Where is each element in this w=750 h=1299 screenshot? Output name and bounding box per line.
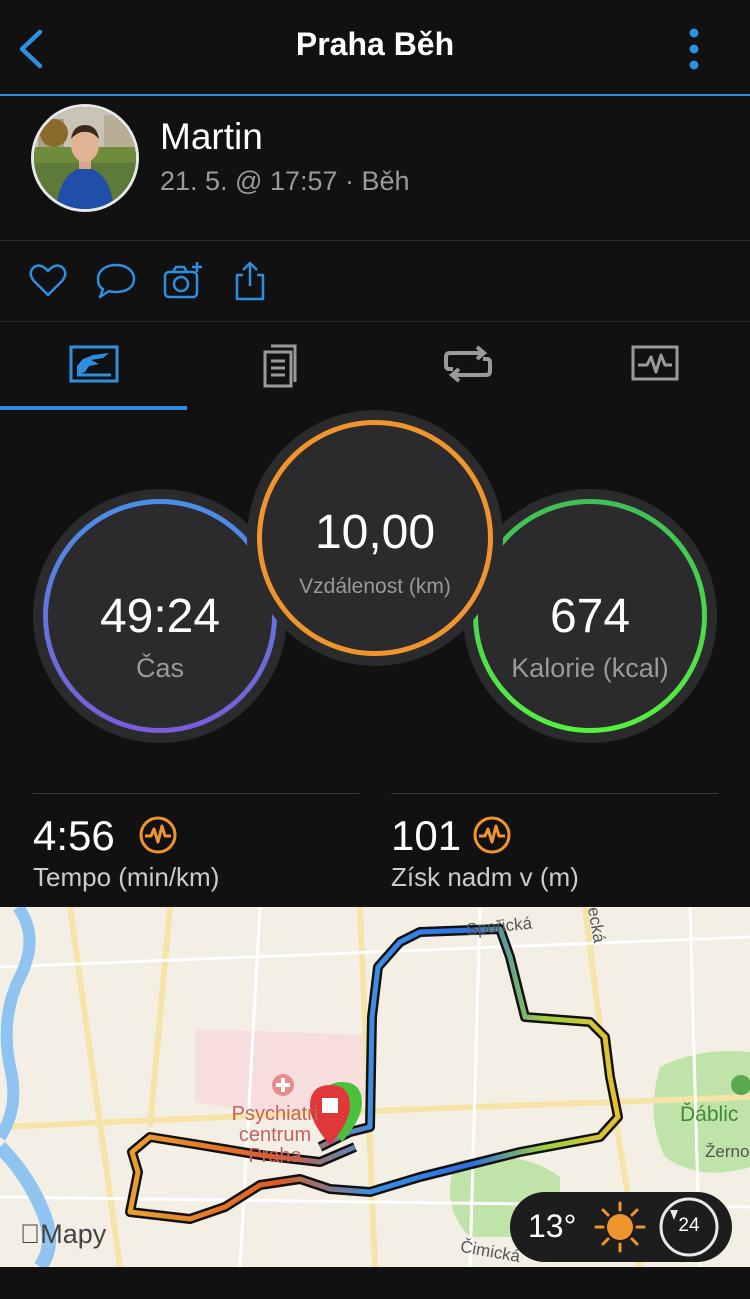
activity-tabs xyxy=(0,322,750,411)
add-photo-icon[interactable] xyxy=(163,261,203,301)
wind-speed: 24 xyxy=(678,1215,700,1236)
user-name: Martin xyxy=(160,116,263,157)
apple-logo-icon:  xyxy=(20,1219,40,1249)
distance-ring: 10,00 Vzdálenost (km) xyxy=(247,410,503,666)
distance-value: 10,00 xyxy=(314,506,436,559)
avatar[interactable] xyxy=(31,104,139,212)
heart-icon[interactable] xyxy=(28,261,68,301)
street-label: Žerno xyxy=(705,1142,750,1161)
elevation-value: 101 xyxy=(391,812,462,859)
tab-laps[interactable] xyxy=(374,322,561,410)
share-icon[interactable] xyxy=(230,261,270,301)
page-title: Praha Běh xyxy=(295,26,455,62)
stats-panel: 49:24 Čas 674 Kalorie (kcal) 10,00 Vzdál… xyxy=(0,410,750,907)
calories-label: Kalorie (kcal) xyxy=(511,653,669,683)
divider xyxy=(391,793,718,794)
weather-badge[interactable]: 13° 24 xyxy=(510,1192,732,1262)
more-vertical-icon[interactable] xyxy=(680,26,708,72)
comment-icon[interactable] xyxy=(96,261,136,301)
graph-monitor-icon xyxy=(631,345,678,381)
sun-icon xyxy=(594,1201,646,1253)
details-list-icon xyxy=(263,344,296,388)
pace-value: 4:56 xyxy=(33,812,115,859)
tab-details[interactable] xyxy=(187,322,374,410)
bottom-bar xyxy=(0,1267,750,1299)
place-label: Ďáblic xyxy=(680,1103,739,1126)
divider xyxy=(33,793,359,794)
laps-loop-icon xyxy=(443,345,492,383)
temperature: 13° xyxy=(528,1208,577,1244)
time-label: Čas xyxy=(135,653,184,683)
activity-profile: Martin 21. 5. @ 17:57 · Běh xyxy=(0,96,750,241)
pace-performance-icon[interactable] xyxy=(138,815,178,855)
map-attribution: Mapy xyxy=(20,1219,106,1249)
tab-summary[interactable] xyxy=(0,322,187,410)
distance-label: Vzdálenost (km) xyxy=(299,575,451,598)
elevation-label: Získ nadm v (m) xyxy=(391,862,579,892)
poi-label: Psychiatri centrum Praha xyxy=(231,1103,319,1167)
pace-label: Tempo (min/km) xyxy=(33,862,220,892)
summary-chart-icon xyxy=(69,345,118,383)
activity-meta: 21. 5. @ 17:57 · Běh xyxy=(160,166,410,196)
elevation-performance-icon[interactable] xyxy=(472,815,512,855)
tab-graphs[interactable] xyxy=(561,322,748,410)
app-header: Praha Běh xyxy=(0,0,750,96)
action-bar xyxy=(0,241,750,322)
